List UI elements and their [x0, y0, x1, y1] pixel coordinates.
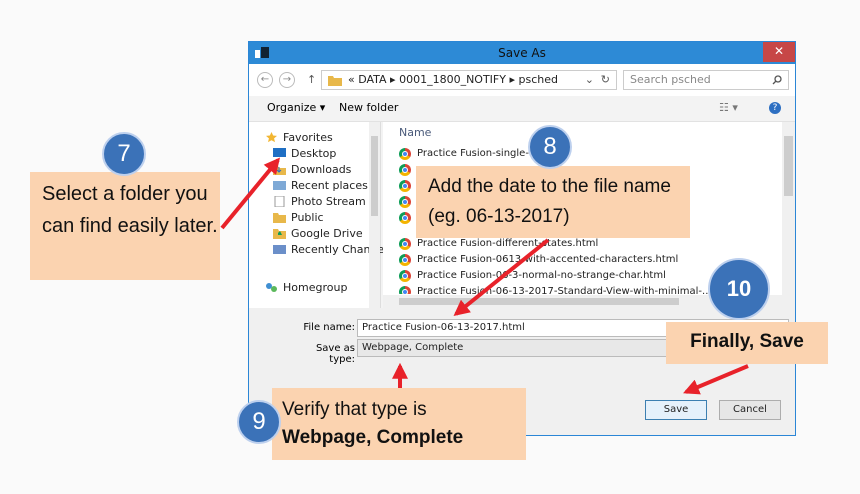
arrow-to-desktop	[220, 157, 281, 230]
arrow-to-save-button	[683, 364, 749, 395]
annotation-arrows	[220, 157, 749, 395]
arrow-to-file-name	[453, 238, 550, 317]
